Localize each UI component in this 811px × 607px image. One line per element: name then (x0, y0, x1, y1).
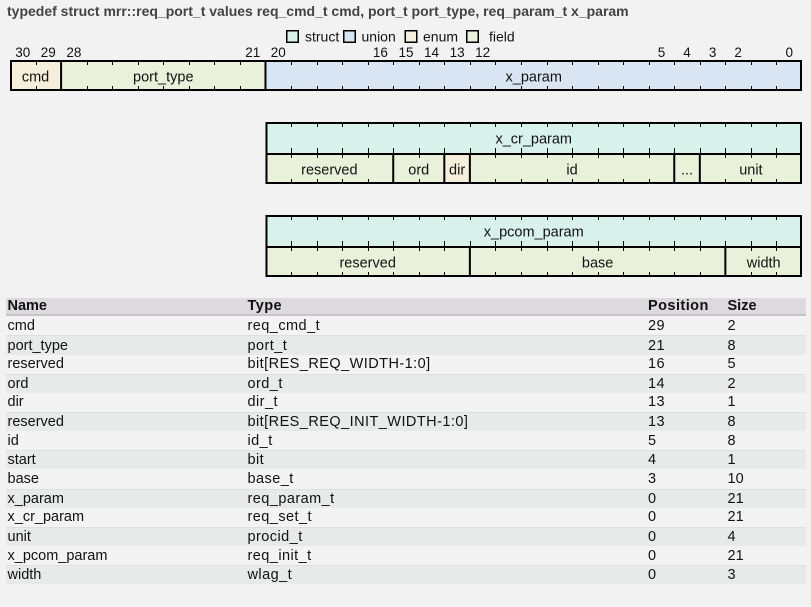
svg-text:dir: dir (449, 163, 465, 179)
svg-text:20: 20 (271, 45, 286, 60)
svg-text:base: base (582, 256, 613, 272)
svg-text:4: 4 (683, 45, 691, 60)
svg-text:union: union (362, 29, 396, 45)
svg-text:enum: enum (423, 29, 458, 45)
svg-text:unit: unit (739, 163, 762, 179)
svg-text:0: 0 (785, 45, 793, 60)
svg-text:cmd: cmd (22, 70, 49, 86)
svg-text:id: id (566, 163, 577, 179)
svg-text:13: 13 (450, 45, 465, 60)
svg-text:x_cr_param: x_cr_param (495, 132, 572, 148)
svg-text:14: 14 (424, 45, 440, 60)
svg-text:30: 30 (15, 45, 30, 60)
svg-text:12: 12 (475, 45, 490, 60)
svg-text:port_type: port_type (133, 70, 193, 86)
svg-text:struct: struct (305, 29, 339, 45)
svg-text:width: width (746, 256, 781, 272)
svg-text:5: 5 (658, 45, 666, 60)
svg-text:x_pcom_param: x_pcom_param (484, 225, 584, 241)
svg-text:16: 16 (373, 45, 388, 60)
svg-text:reserved: reserved (339, 256, 395, 272)
svg-text:2: 2 (734, 45, 742, 60)
svg-text:reserved: reserved (301, 163, 357, 179)
svg-text:...: ... (681, 163, 693, 179)
svg-text:x_param: x_param (506, 70, 562, 86)
svg-text:29: 29 (41, 45, 56, 60)
svg-text:28: 28 (66, 45, 81, 60)
svg-text:ord: ord (408, 163, 429, 179)
svg-text:15: 15 (398, 45, 413, 60)
svg-text:21: 21 (245, 45, 260, 60)
svg-text:field: field (489, 29, 515, 45)
svg-text:3: 3 (709, 45, 717, 60)
